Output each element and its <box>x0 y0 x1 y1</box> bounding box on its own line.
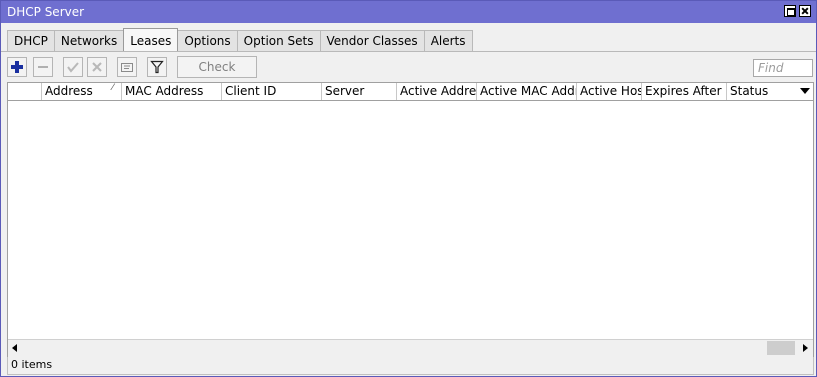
tab-leases[interactable]: Leases <box>123 28 179 51</box>
column-header-address[interactable]: Address <box>42 83 122 100</box>
column-header-status[interactable]: Status <box>727 83 793 100</box>
close-icon[interactable] <box>799 5 811 17</box>
enable-button[interactable] <box>63 57 83 77</box>
title-bar[interactable]: DHCP Server <box>1 1 816 23</box>
column-header-address-label: Address <box>45 84 93 98</box>
filter-icon <box>150 60 164 74</box>
status-bar: 0 items <box>7 357 814 375</box>
window-title: DHCP Server <box>7 5 85 19</box>
filter-button[interactable] <box>147 57 167 77</box>
tab-alerts[interactable]: Alerts <box>423 30 473 51</box>
leases-table: Address ⁄ MAC Address Client ID Server A… <box>7 82 814 357</box>
tab-bar: DHCP Networks Leases Options Option Sets… <box>7 28 473 52</box>
tab-networks[interactable]: Networks <box>53 30 125 51</box>
sort-indicator-icon: ⁄ <box>112 83 114 93</box>
toolbar: Check Status <box>1 54 816 94</box>
tab-options[interactable]: Options <box>177 30 238 51</box>
remove-icon <box>38 66 48 68</box>
tab-option-sets[interactable]: Option Sets <box>236 30 321 51</box>
scroll-left-icon[interactable] <box>12 344 17 352</box>
column-menu-chevron-down-icon[interactable] <box>800 88 810 94</box>
column-header-active-mac-address[interactable]: Active MAC Addre... <box>477 83 577 100</box>
horizontal-scrollbar[interactable] <box>8 339 813 357</box>
column-header-flags[interactable] <box>8 83 42 100</box>
find-input[interactable] <box>753 59 813 77</box>
column-header-mac-address[interactable]: MAC Address <box>122 83 222 100</box>
tab-vendor-classes[interactable]: Vendor Classes <box>319 30 425 51</box>
table-header: Address ⁄ MAC Address Client ID Server A… <box>8 83 813 101</box>
scroll-right-icon[interactable] <box>803 344 808 352</box>
enable-icon <box>67 62 79 73</box>
scrollbar-thumb[interactable] <box>767 341 795 355</box>
dhcp-server-window: DHCP Server DHCP Networks Leases Options… <box>0 0 817 377</box>
comment-button[interactable] <box>117 57 137 77</box>
add-icon <box>11 61 23 73</box>
column-header-server[interactable]: Server <box>322 83 397 100</box>
column-header-client-id[interactable]: Client ID <box>222 83 322 100</box>
check-status-button[interactable]: Check Status <box>177 56 257 94</box>
column-header-expires-after[interactable]: Expires After <box>642 83 727 100</box>
column-header-active-address[interactable]: Active Address <box>397 83 477 100</box>
column-header-active-hostname[interactable]: Active Hos... <box>577 83 642 100</box>
tab-divider <box>1 51 816 52</box>
remove-button[interactable] <box>33 57 53 77</box>
item-count: 0 items <box>11 358 53 371</box>
disable-button[interactable] <box>87 57 107 77</box>
tab-dhcp[interactable]: DHCP <box>7 30 55 51</box>
comment-icon <box>121 63 133 72</box>
maximize-icon[interactable] <box>784 5 796 17</box>
add-button[interactable] <box>7 57 27 77</box>
disable-icon <box>92 62 102 72</box>
